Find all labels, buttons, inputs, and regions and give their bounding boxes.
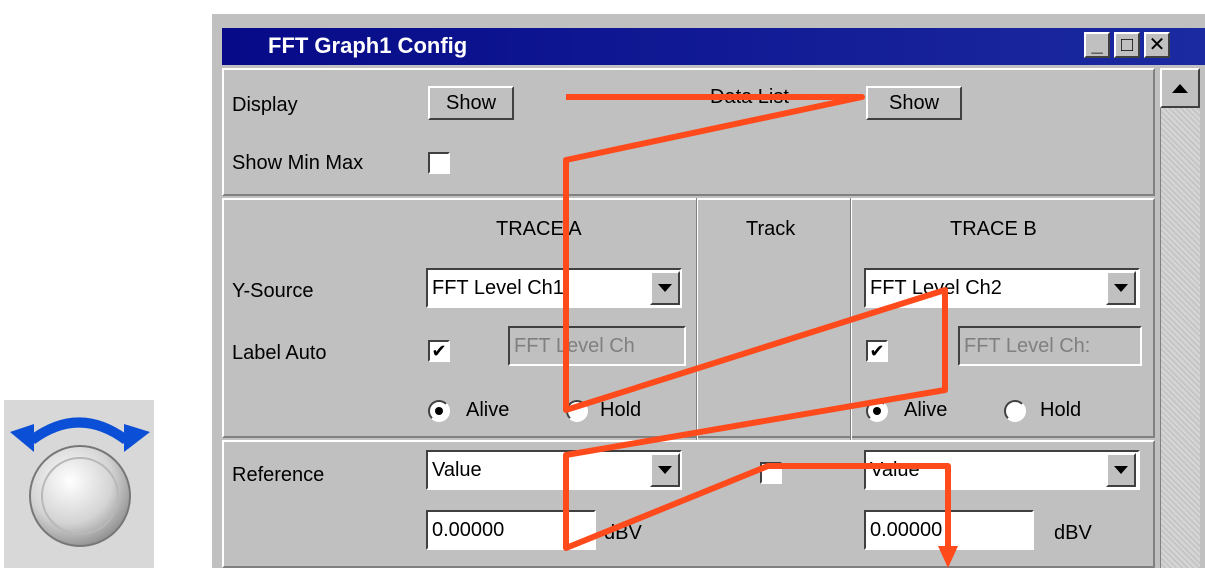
minimize-button[interactable]: _ xyxy=(1084,32,1110,58)
checkmark-icon: ✔ xyxy=(869,341,885,361)
data-list-label: Data List xyxy=(710,86,789,108)
trace-a-reference-arrow[interactable] xyxy=(650,453,680,487)
trace-a-unit-label: dBV xyxy=(604,522,642,544)
rotary-knob-icon[interactable] xyxy=(4,400,154,568)
trace-b-hold-label: Hold xyxy=(1040,399,1082,421)
trace-b-header: TRACE B xyxy=(950,218,1037,240)
trace-b-alive-label: Alive xyxy=(904,399,948,421)
rotary-knob-panel xyxy=(4,400,154,568)
reference-label: Reference xyxy=(232,464,325,486)
trace-a-label-auto-checkbox[interactable]: ✔ xyxy=(428,340,450,362)
trace-a-hold-label: Hold xyxy=(600,399,642,421)
vertical-scrollbar[interactable] xyxy=(1160,68,1200,568)
trace-b-y-source-dropdown[interactable]: FFT Level Ch2 xyxy=(864,268,1140,308)
data-list-show-button[interactable]: Show xyxy=(866,86,962,120)
trace-a-reference-number: 0.00000 xyxy=(432,518,505,541)
trace-b-alive-radio[interactable] xyxy=(866,400,888,422)
chevron-down-icon xyxy=(1114,466,1128,474)
show-min-max-label: Show Min Max xyxy=(232,152,364,174)
trace-b-y-source-arrow[interactable] xyxy=(1106,271,1136,305)
trace-b-label-value: FFT Level Ch: xyxy=(964,334,1091,357)
label-auto-label: Label Auto xyxy=(232,342,327,364)
y-source-label: Y-Source xyxy=(232,280,314,302)
trace-b-reference-value: Value xyxy=(870,458,920,481)
trace-a-reference-dropdown[interactable]: Value xyxy=(426,450,682,490)
trace-b-reference-dropdown[interactable]: Value xyxy=(864,450,1140,490)
trace-b-label-auto-checkbox[interactable]: ✔ xyxy=(866,340,888,362)
track-header: Track xyxy=(746,218,796,240)
trace-a-reference-value: Value xyxy=(432,458,482,481)
trace-b-reference-number: 0.00000 xyxy=(870,518,943,541)
display-show-button[interactable]: Show xyxy=(428,86,514,120)
display-show-label: Show xyxy=(445,91,497,114)
window-title: FFT Graph1 Config xyxy=(268,33,468,58)
trace-a-alive-label: Alive xyxy=(466,399,510,421)
trace-b-hold-radio[interactable] xyxy=(1004,400,1026,422)
trace-a-alive-radio[interactable] xyxy=(428,400,450,422)
checkmark-icon: ✔ xyxy=(431,341,447,361)
maximize-button[interactable]: □ xyxy=(1114,32,1140,58)
radio-dot-icon xyxy=(435,407,443,415)
data-list-show-label: Show xyxy=(888,91,940,114)
trace-a-y-source-dropdown[interactable]: FFT Level Ch1 xyxy=(426,268,682,308)
trace-b-y-source-value: FFT Level Ch2 xyxy=(870,276,1002,299)
trace-a-hold-radio[interactable] xyxy=(566,400,588,422)
scroll-up-button[interactable] xyxy=(1160,68,1200,108)
minimize-icon: _ xyxy=(1091,34,1103,56)
chevron-down-icon xyxy=(658,284,672,292)
trace-b-reference-arrow[interactable] xyxy=(1106,453,1136,487)
trace-a-reference-value-input[interactable]: 0.00000 xyxy=(426,510,596,550)
chevron-down-icon xyxy=(658,466,672,474)
close-button[interactable]: ✕ xyxy=(1144,32,1170,58)
show-min-max-checkbox[interactable] xyxy=(428,152,450,174)
trace-a-label-value: FFT Level Ch xyxy=(514,334,635,357)
trace-a-header: TRACE A xyxy=(496,218,582,240)
chevron-down-icon xyxy=(1114,284,1128,292)
radio-dot-icon xyxy=(873,407,881,415)
display-label: Display xyxy=(232,94,298,116)
track-checkbox[interactable] xyxy=(760,462,782,484)
trace-a-y-source-arrow[interactable] xyxy=(650,271,680,305)
close-icon: ✕ xyxy=(1148,34,1166,56)
trace-a-label-field[interactable]: FFT Level Ch xyxy=(508,326,686,366)
trace-b-label-field[interactable]: FFT Level Ch: xyxy=(958,326,1142,366)
display-panel xyxy=(222,68,1155,196)
trace-a-y-source-value: FFT Level Ch1 xyxy=(432,276,564,299)
trace-b-unit-label: dBV xyxy=(1054,522,1092,544)
maximize-icon: □ xyxy=(1120,34,1134,56)
scroll-up-arrow-icon xyxy=(1172,83,1188,93)
trace-b-reference-value-input[interactable]: 0.00000 xyxy=(864,510,1034,550)
